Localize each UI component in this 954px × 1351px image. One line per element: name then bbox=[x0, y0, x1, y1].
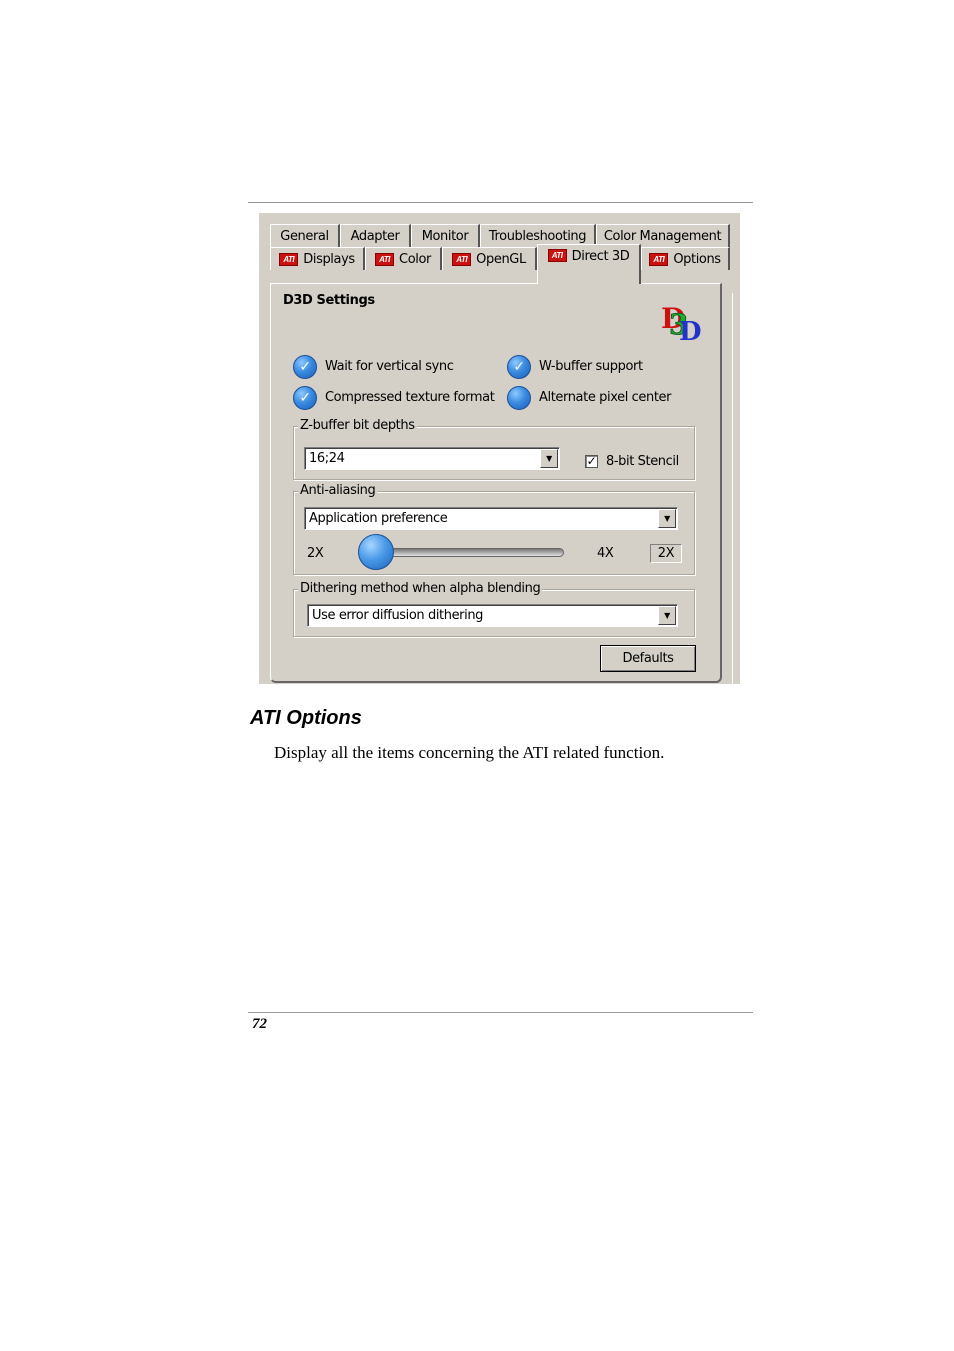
check-icon: ✓ bbox=[299, 390, 311, 406]
alternate-pixel-center-toggle[interactable] bbox=[507, 386, 531, 410]
antialiasing-slider-thumb[interactable] bbox=[358, 534, 394, 570]
ati-logo-icon: ATI bbox=[452, 252, 472, 266]
antialiasing-legend: Anti-aliasing bbox=[298, 483, 378, 498]
tab-label: Color bbox=[399, 251, 431, 267]
zbuffer-legend: Z-buffer bit depths bbox=[298, 418, 417, 433]
wait-vsync-label: Wait for vertical sync bbox=[325, 359, 454, 374]
check-icon: ✓ bbox=[586, 454, 597, 468]
compressed-texture-toggle[interactable]: ✓ bbox=[293, 386, 317, 410]
tab-label: Adapter bbox=[350, 228, 400, 244]
w-buffer-toggle[interactable]: ✓ bbox=[507, 355, 531, 379]
antialiasing-select[interactable]: Application preference ▼ bbox=[304, 507, 678, 530]
tab-label: OpenGL bbox=[476, 251, 526, 267]
check-icon: ✓ bbox=[299, 359, 311, 375]
tab-label: Direct 3D bbox=[571, 249, 630, 264]
chevron-down-icon[interactable]: ▼ bbox=[658, 606, 676, 625]
top-rule bbox=[248, 202, 753, 203]
chevron-down-icon[interactable]: ▼ bbox=[540, 449, 558, 468]
chevron-down-icon[interactable]: ▼ bbox=[658, 509, 676, 528]
section-text: Display all the items concerning the ATI… bbox=[274, 743, 665, 762]
zbuffer-select[interactable]: 16;24 ▼ bbox=[304, 447, 560, 470]
defaults-button[interactable]: Defaults bbox=[600, 645, 696, 672]
antialiasing-group: Anti-aliasing Application preference ▼ 2… bbox=[293, 483, 695, 575]
display-properties-screenshot: General Adapter Monitor Troubleshooting … bbox=[259, 213, 740, 684]
tab-direct-3d[interactable]: ATI Direct 3D bbox=[537, 244, 641, 284]
tab-label: Displays bbox=[303, 251, 355, 267]
wait-vsync-toggle[interactable]: ✓ bbox=[293, 355, 317, 379]
zbuffer-value: 16;24 bbox=[309, 451, 345, 466]
slider-value-box: 2X bbox=[650, 544, 682, 563]
stencil-checkbox[interactable]: ✓ bbox=[585, 455, 598, 468]
tab-label: General bbox=[280, 228, 329, 244]
page-number: 72 bbox=[252, 1016, 267, 1032]
tab-color[interactable]: ATI Color bbox=[365, 247, 442, 270]
alternate-pixel-center-label: Alternate pixel center bbox=[539, 390, 672, 405]
tab-label: Troubleshooting bbox=[488, 228, 587, 244]
dithering-group: Dithering method when alpha blending Use… bbox=[293, 581, 695, 637]
dithering-legend: Dithering method when alpha blending bbox=[298, 581, 543, 596]
ati-logo-icon: ATI bbox=[649, 252, 669, 266]
dithering-value: Use error diffusion dithering bbox=[312, 608, 484, 623]
svg-text:D: D bbox=[679, 317, 701, 344]
panel-title: D3D Settings bbox=[283, 293, 375, 308]
w-buffer-label: W-buffer support bbox=[539, 359, 643, 374]
stencil-label: 8-bit Stencil bbox=[606, 454, 679, 469]
slider-min-label: 2X bbox=[307, 546, 324, 561]
tab-opengl[interactable]: ATI OpenGL bbox=[442, 247, 537, 270]
tab-displays[interactable]: ATI Displays bbox=[270, 247, 365, 270]
tab-options[interactable]: ATI Options bbox=[641, 247, 730, 270]
tab-adapter[interactable]: Adapter bbox=[340, 224, 411, 247]
d3d-logo-icon: D 3 D bbox=[661, 302, 702, 344]
window-edge bbox=[732, 293, 740, 684]
tab-general[interactable]: General bbox=[270, 224, 340, 247]
tab-monitor[interactable]: Monitor bbox=[411, 224, 480, 247]
compressed-texture-label: Compressed texture format bbox=[325, 390, 495, 405]
antialiasing-slider-track[interactable] bbox=[364, 548, 564, 557]
ati-logo-icon: ATI bbox=[547, 249, 567, 262]
ati-logo-icon: ATI bbox=[279, 252, 299, 266]
section-heading: ATI Options bbox=[250, 707, 362, 729]
zbuffer-group: Z-buffer bit depths 16;24 ▼ ✓ 8-bit Sten… bbox=[293, 418, 695, 480]
bottom-rule bbox=[248, 1012, 753, 1013]
slider-max-label: 4X bbox=[597, 546, 614, 561]
tab-label: Options bbox=[673, 251, 721, 267]
check-icon: ✓ bbox=[513, 359, 525, 375]
tab-label: Monitor bbox=[421, 228, 469, 244]
dithering-select[interactable]: Use error diffusion dithering ▼ bbox=[307, 604, 678, 627]
antialiasing-value: Application preference bbox=[309, 511, 448, 526]
tab-label: Color Management bbox=[603, 228, 722, 244]
ati-logo-icon: ATI bbox=[375, 252, 395, 266]
d3d-settings-panel: D3D Settings D 3 D ✓ Wait for vertical s… bbox=[270, 283, 722, 683]
